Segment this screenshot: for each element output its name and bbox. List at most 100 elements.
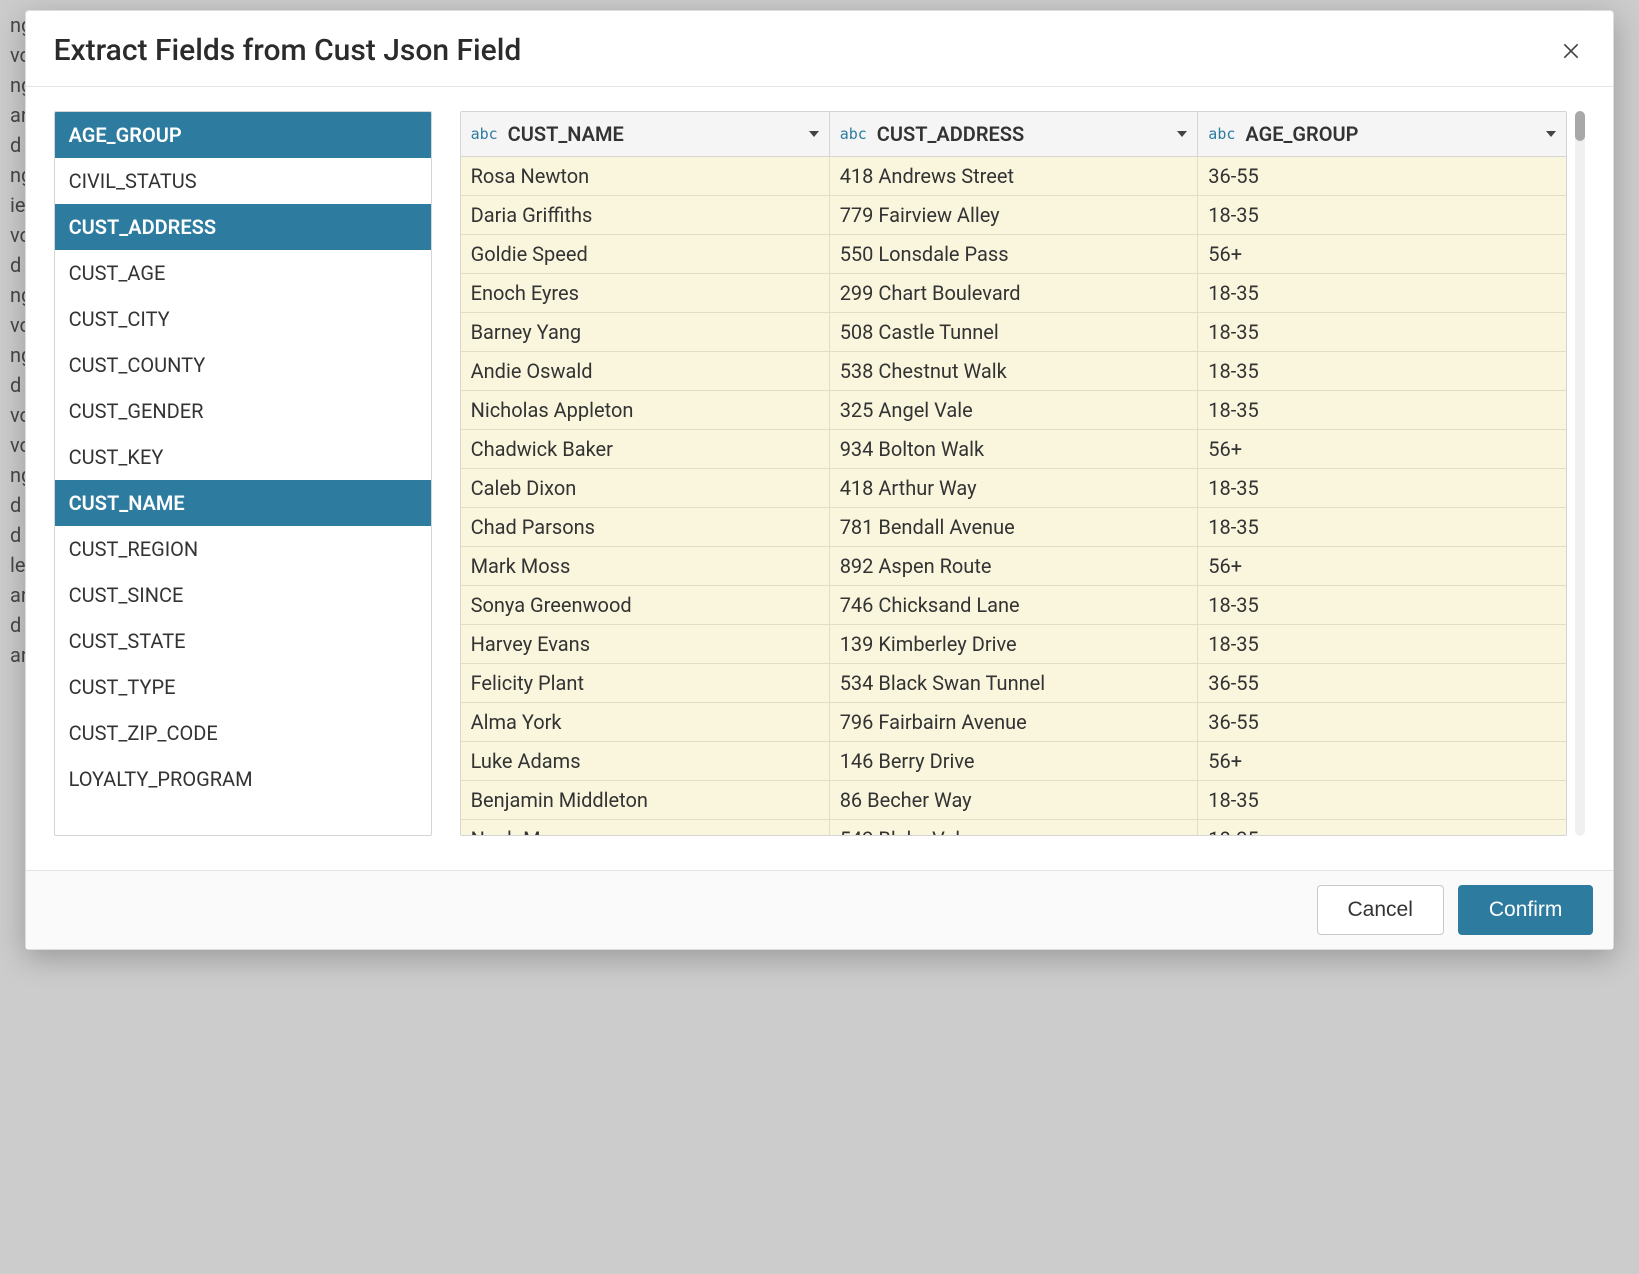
table-cell: 146 Berry Drive [829,742,1198,781]
field-item-civil_status[interactable]: CIVIL_STATUS [55,158,431,204]
table-cell: 56+ [1198,235,1567,274]
table-cell: Barney Yang [461,313,830,352]
extract-fields-dialog: Extract Fields from Cust Json Field AGE_… [25,10,1615,950]
field-item-cust_address[interactable]: CUST_ADDRESS [55,204,431,250]
table-cell: 18-35 [1198,781,1567,820]
table-cell: 746 Chicksand Lane [829,586,1198,625]
confirm-button[interactable]: Confirm [1458,885,1594,935]
dialog-body: AGE_GROUPCIVIL_STATUSCUST_ADDRESSCUST_AG… [26,87,1614,870]
field-item-cust_since[interactable]: CUST_SINCE [55,572,431,618]
table-row: Sonya Greenwood746 Chicksand Lane18-35 [461,586,1567,625]
table-cell: Andie Oswald [461,352,830,391]
cancel-button[interactable]: Cancel [1317,885,1444,935]
chevron-down-icon[interactable] [1177,131,1187,137]
table-cell: 56+ [1198,547,1567,586]
chevron-down-icon[interactable] [1546,131,1556,137]
table-row: Chadwick Baker934 Bolton Walk56+ [461,430,1567,469]
table-cell: Goldie Speed [461,235,830,274]
table-cell: Harvey Evans [461,625,830,664]
table-cell: 534 Black Swan Tunnel [829,664,1198,703]
table-cell: 56+ [1198,742,1567,781]
table-cell: 139 Kimberley Drive [829,625,1198,664]
preview-table-container: abcCUST_NAMEabcCUST_ADDRESSabcAGE_GROUP … [460,111,1568,836]
modal-overlay: Extract Fields from Cust Json Field AGE_… [0,0,1639,1274]
table-cell: 18-35 [1198,352,1567,391]
table-cell: 18-35 [1198,274,1567,313]
table-row: Benjamin Middleton86 Becher Way18-35 [461,781,1567,820]
table-row: Nicholas Appleton325 Angel Vale18-35 [461,391,1567,430]
preview-area: abcCUST_NAMEabcCUST_ADDRESSabcAGE_GROUP … [460,111,1586,836]
table-row: Noah Moss542 Blake Vale18-35 [461,820,1567,836]
column-name: CUST_ADDRESS [877,122,1168,146]
table-cell: Chadwick Baker [461,430,830,469]
dialog-title: Extract Fields from Cust Json Field [54,33,522,68]
column-header-cust_name[interactable]: abc CUST_NAME [461,112,830,157]
table-cell: 86 Becher Way [829,781,1198,820]
table-cell: 538 Chestnut Walk [829,352,1198,391]
field-item-cust_gender[interactable]: CUST_GENDER [55,388,431,434]
table-cell: 18-35 [1198,820,1567,836]
table-cell: 779 Fairview Alley [829,196,1198,235]
field-item-cust_age[interactable]: CUST_AGE [55,250,431,296]
column-name: AGE_GROUP [1245,122,1536,146]
table-cell: 418 Andrews Street [829,157,1198,196]
column-name: CUST_NAME [508,122,799,146]
table-cell: 550 Lonsdale Pass [829,235,1198,274]
table-cell: 18-35 [1198,313,1567,352]
table-cell: 36-55 [1198,703,1567,742]
field-item-cust_region[interactable]: CUST_REGION [55,526,431,572]
column-header-age_group[interactable]: abc AGE_GROUP [1198,112,1567,157]
table-row: Harvey Evans139 Kimberley Drive18-35 [461,625,1567,664]
table-cell: 36-55 [1198,664,1567,703]
table-cell: Benjamin Middleton [461,781,830,820]
table-row: Daria Griffiths779 Fairview Alley18-35 [461,196,1567,235]
type-badge: abc [1208,125,1235,143]
preview-table: abcCUST_NAMEabcCUST_ADDRESSabcAGE_GROUP … [461,112,1567,836]
dialog-footer: Cancel Confirm [26,870,1614,949]
table-cell: Noah Moss [461,820,830,836]
table-row: Luke Adams146 Berry Drive56+ [461,742,1567,781]
field-item-cust_city[interactable]: CUST_CITY [55,296,431,342]
table-row: Andie Oswald538 Chestnut Walk18-35 [461,352,1567,391]
type-badge: abc [840,125,867,143]
field-item-age_group[interactable]: AGE_GROUP [55,112,431,158]
field-item-cust_zip_code[interactable]: CUST_ZIP_CODE [55,710,431,756]
table-row: Barney Yang508 Castle Tunnel18-35 [461,313,1567,352]
table-row: Alma York796 Fairbairn Avenue36-55 [461,703,1567,742]
table-cell: 18-35 [1198,625,1567,664]
field-item-cust_type[interactable]: CUST_TYPE [55,664,431,710]
field-item-cust_name[interactable]: CUST_NAME [55,480,431,526]
table-cell: 18-35 [1198,391,1567,430]
field-list[interactable]: AGE_GROUPCIVIL_STATUSCUST_ADDRESSCUST_AG… [54,111,432,836]
table-row: Caleb Dixon418 Arthur Way18-35 [461,469,1567,508]
dialog-header: Extract Fields from Cust Json Field [26,11,1614,87]
table-cell: 18-35 [1198,469,1567,508]
column-header-cust_address[interactable]: abc CUST_ADDRESS [829,112,1198,157]
table-cell: 508 Castle Tunnel [829,313,1198,352]
table-cell: Nicholas Appleton [461,391,830,430]
table-cell: Caleb Dixon [461,469,830,508]
field-item-cust_key[interactable]: CUST_KEY [55,434,431,480]
field-item-loyalty_program[interactable]: LOYALTY_PROGRAM [55,756,431,802]
table-row: Goldie Speed550 Lonsdale Pass56+ [461,235,1567,274]
chevron-down-icon[interactable] [809,131,819,137]
table-cell: 781 Bendall Avenue [829,508,1198,547]
field-item-cust_county[interactable]: CUST_COUNTY [55,342,431,388]
table-cell: Rosa Newton [461,157,830,196]
type-badge: abc [471,125,498,143]
preview-scrollbar[interactable] [1575,111,1585,836]
table-row: Mark Moss892 Aspen Route56+ [461,547,1567,586]
table-cell: 418 Arthur Way [829,469,1198,508]
table-cell: 18-35 [1198,586,1567,625]
field-item-cust_state[interactable]: CUST_STATE [55,618,431,664]
table-cell: 934 Bolton Walk [829,430,1198,469]
table-cell: 299 Chart Boulevard [829,274,1198,313]
table-cell: 18-35 [1198,196,1567,235]
table-cell: Chad Parsons [461,508,830,547]
table-cell: 36-55 [1198,157,1567,196]
table-cell: 796 Fairbairn Avenue [829,703,1198,742]
table-cell: Daria Griffiths [461,196,830,235]
table-cell: Felicity Plant [461,664,830,703]
close-button[interactable] [1557,37,1585,65]
scrollbar-thumb[interactable] [1575,111,1585,141]
